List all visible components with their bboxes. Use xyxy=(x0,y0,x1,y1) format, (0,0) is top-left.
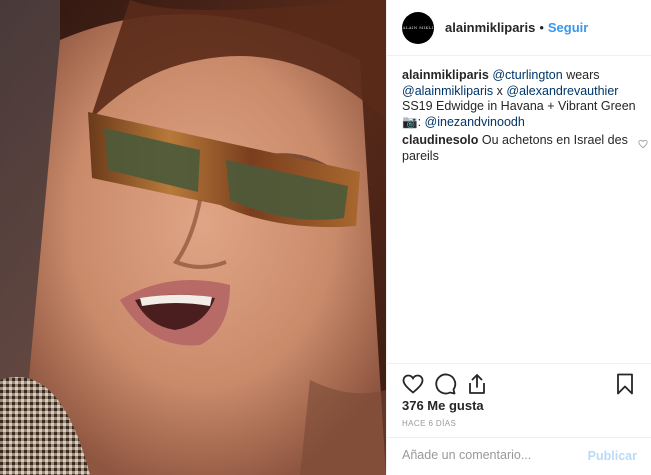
user-comment: claudinesolo Ou achetons en Israel des p… xyxy=(402,133,648,164)
caption-comment: alainmikliparis @cturlington wears @alai… xyxy=(402,68,638,130)
heart-icon[interactable] xyxy=(401,372,425,396)
mention-link[interactable]: @cturlington xyxy=(492,68,562,82)
add-comment-bar: Publicar xyxy=(387,437,651,475)
publish-button[interactable]: Publicar xyxy=(588,449,637,463)
comment-input[interactable] xyxy=(402,448,572,462)
post-sidebar: ALAIN MIKLI alainmikliparis • Seguir ala… xyxy=(386,0,651,475)
caption-text: : xyxy=(417,114,425,129)
bookmark-icon[interactable] xyxy=(613,372,637,396)
comment-icon[interactable] xyxy=(433,372,457,396)
post-photo[interactable] xyxy=(0,0,386,475)
separator-dot: • xyxy=(539,20,544,35)
caption-text: x xyxy=(493,83,507,98)
comments-list: alainmikliparis @cturlington wears @alai… xyxy=(402,68,648,167)
avatar-logo: ALAIN MIKLI xyxy=(402,25,434,30)
mention-link[interactable]: @alainmikliparis xyxy=(402,84,493,98)
post-timestamp[interactable]: HACE 6 DÍAS xyxy=(402,419,456,428)
follow-button[interactable]: Seguir xyxy=(548,20,588,35)
post-header: ALAIN MIKLI alainmikliparis • Seguir xyxy=(387,0,651,56)
like-comment-heart-icon[interactable] xyxy=(638,139,648,149)
portrait-image xyxy=(0,0,386,475)
comment-username[interactable]: claudinesolo xyxy=(402,133,478,147)
mention-link[interactable]: @inezandvinoodh xyxy=(425,115,525,129)
camera-emoji: 📷 xyxy=(402,114,418,129)
header-username[interactable]: alainmikliparis xyxy=(445,20,535,35)
mention-link[interactable]: @alexandrevauthier xyxy=(506,84,618,98)
avatar[interactable]: ALAIN MIKLI xyxy=(402,11,434,44)
likes-count[interactable]: 376 Me gusta xyxy=(402,398,484,413)
caption-text: SS19 Edwidge in Havana + Vibrant Green xyxy=(402,99,636,113)
caption-username[interactable]: alainmikliparis xyxy=(402,68,489,82)
share-icon[interactable] xyxy=(465,372,489,396)
caption-text: wears xyxy=(562,68,600,82)
action-bar xyxy=(387,363,651,403)
